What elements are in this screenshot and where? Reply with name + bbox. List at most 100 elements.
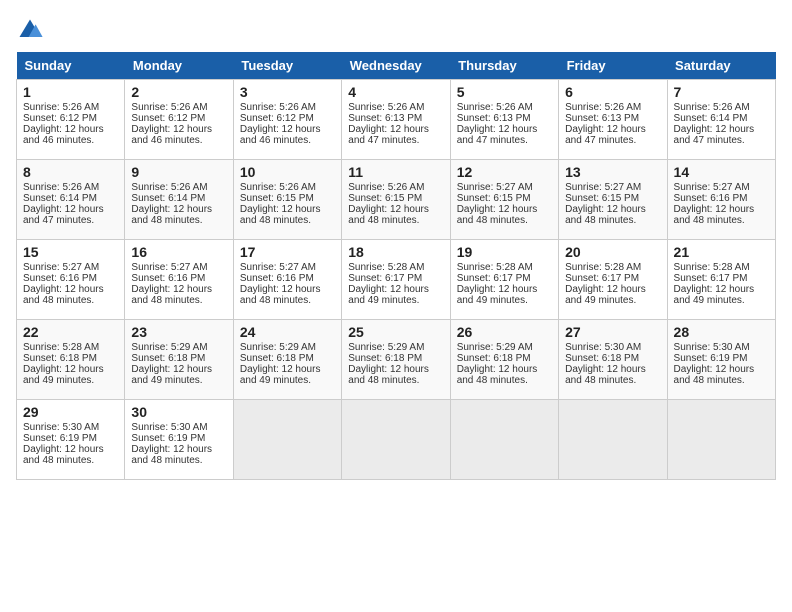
day-number: 18 (348, 244, 443, 260)
sunrise-line: Sunrise: 5:29 AM (348, 342, 424, 353)
day-number: 21 (674, 244, 769, 260)
daylight-line: Daylight: 12 hours and 47 minutes. (565, 124, 646, 146)
daylight-line: Daylight: 12 hours and 48 minutes. (240, 204, 321, 226)
sunset-line: Sunset: 6:19 PM (131, 433, 205, 444)
day-number: 20 (565, 244, 660, 260)
day-number: 8 (23, 164, 118, 180)
sunset-line: Sunset: 6:12 PM (23, 113, 97, 124)
sunrise-line: Sunrise: 5:29 AM (240, 342, 316, 353)
day-cell: 6 Sunrise: 5:26 AM Sunset: 6:13 PM Dayli… (559, 80, 667, 160)
sunrise-line: Sunrise: 5:28 AM (348, 262, 424, 273)
sunset-line: Sunset: 6:12 PM (240, 113, 314, 124)
header-cell-saturday: Saturday (667, 52, 775, 80)
sunset-line: Sunset: 6:14 PM (23, 193, 97, 204)
sunset-line: Sunset: 6:18 PM (348, 353, 422, 364)
sunset-line: Sunset: 6:18 PM (240, 353, 314, 364)
sunrise-line: Sunrise: 5:30 AM (674, 342, 750, 353)
daylight-line: Daylight: 12 hours and 48 minutes. (131, 444, 212, 466)
header-cell-wednesday: Wednesday (342, 52, 450, 80)
day-cell: 5 Sunrise: 5:26 AM Sunset: 6:13 PM Dayli… (450, 80, 558, 160)
sunrise-line: Sunrise: 5:28 AM (23, 342, 99, 353)
sunset-line: Sunset: 6:13 PM (565, 113, 639, 124)
day-cell: 12 Sunrise: 5:27 AM Sunset: 6:15 PM Dayl… (450, 160, 558, 240)
header-cell-friday: Friday (559, 52, 667, 80)
day-number: 16 (131, 244, 226, 260)
day-cell: 29 Sunrise: 5:30 AM Sunset: 6:19 PM Dayl… (17, 400, 125, 480)
day-number: 26 (457, 324, 552, 340)
sunset-line: Sunset: 6:13 PM (457, 113, 531, 124)
day-cell: 24 Sunrise: 5:29 AM Sunset: 6:18 PM Dayl… (233, 320, 341, 400)
calendar-table: SundayMondayTuesdayWednesdayThursdayFrid… (16, 52, 776, 480)
week-row-3: 15 Sunrise: 5:27 AM Sunset: 6:16 PM Dayl… (17, 240, 776, 320)
sunset-line: Sunset: 6:17 PM (565, 273, 639, 284)
day-number: 12 (457, 164, 552, 180)
sunrise-line: Sunrise: 5:27 AM (131, 262, 207, 273)
day-cell: 27 Sunrise: 5:30 AM Sunset: 6:18 PM Dayl… (559, 320, 667, 400)
sunrise-line: Sunrise: 5:28 AM (674, 262, 750, 273)
sunrise-line: Sunrise: 5:26 AM (23, 182, 99, 193)
daylight-line: Daylight: 12 hours and 49 minutes. (240, 364, 321, 386)
sunrise-line: Sunrise: 5:28 AM (457, 262, 533, 273)
day-cell: 8 Sunrise: 5:26 AM Sunset: 6:14 PM Dayli… (17, 160, 125, 240)
sunrise-line: Sunrise: 5:26 AM (240, 182, 316, 193)
day-cell: 21 Sunrise: 5:28 AM Sunset: 6:17 PM Dayl… (667, 240, 775, 320)
week-row-4: 22 Sunrise: 5:28 AM Sunset: 6:18 PM Dayl… (17, 320, 776, 400)
day-cell (233, 400, 341, 480)
day-cell (667, 400, 775, 480)
sunset-line: Sunset: 6:19 PM (23, 433, 97, 444)
day-cell: 14 Sunrise: 5:27 AM Sunset: 6:16 PM Dayl… (667, 160, 775, 240)
header-cell-thursday: Thursday (450, 52, 558, 80)
day-cell (342, 400, 450, 480)
header-row: SundayMondayTuesdayWednesdayThursdayFrid… (17, 52, 776, 80)
daylight-line: Daylight: 12 hours and 49 minutes. (674, 284, 755, 306)
day-number: 17 (240, 244, 335, 260)
day-number: 25 (348, 324, 443, 340)
sunset-line: Sunset: 6:16 PM (23, 273, 97, 284)
sunset-line: Sunset: 6:17 PM (457, 273, 531, 284)
daylight-line: Daylight: 12 hours and 48 minutes. (348, 364, 429, 386)
sunrise-line: Sunrise: 5:26 AM (23, 102, 99, 113)
daylight-line: Daylight: 12 hours and 48 minutes. (674, 204, 755, 226)
logo-icon (16, 16, 44, 44)
day-cell: 18 Sunrise: 5:28 AM Sunset: 6:17 PM Dayl… (342, 240, 450, 320)
sunset-line: Sunset: 6:16 PM (131, 273, 205, 284)
day-cell: 3 Sunrise: 5:26 AM Sunset: 6:12 PM Dayli… (233, 80, 341, 160)
daylight-line: Daylight: 12 hours and 48 minutes. (348, 204, 429, 226)
sunrise-line: Sunrise: 5:27 AM (565, 182, 641, 193)
week-row-1: 1 Sunrise: 5:26 AM Sunset: 6:12 PM Dayli… (17, 80, 776, 160)
daylight-line: Daylight: 12 hours and 48 minutes. (131, 204, 212, 226)
day-number: 13 (565, 164, 660, 180)
sunset-line: Sunset: 6:18 PM (565, 353, 639, 364)
daylight-line: Daylight: 12 hours and 48 minutes. (240, 284, 321, 306)
daylight-line: Daylight: 12 hours and 47 minutes. (674, 124, 755, 146)
sunrise-line: Sunrise: 5:26 AM (348, 182, 424, 193)
sunset-line: Sunset: 6:17 PM (348, 273, 422, 284)
sunrise-line: Sunrise: 5:27 AM (23, 262, 99, 273)
day-number: 4 (348, 84, 443, 100)
sunrise-line: Sunrise: 5:26 AM (131, 102, 207, 113)
day-cell: 13 Sunrise: 5:27 AM Sunset: 6:15 PM Dayl… (559, 160, 667, 240)
day-number: 10 (240, 164, 335, 180)
day-cell: 4 Sunrise: 5:26 AM Sunset: 6:13 PM Dayli… (342, 80, 450, 160)
sunrise-line: Sunrise: 5:26 AM (457, 102, 533, 113)
sunset-line: Sunset: 6:15 PM (240, 193, 314, 204)
day-number: 23 (131, 324, 226, 340)
sunset-line: Sunset: 6:15 PM (348, 193, 422, 204)
sunrise-line: Sunrise: 5:30 AM (131, 422, 207, 433)
day-number: 6 (565, 84, 660, 100)
daylight-line: Daylight: 12 hours and 49 minutes. (348, 284, 429, 306)
week-row-2: 8 Sunrise: 5:26 AM Sunset: 6:14 PM Dayli… (17, 160, 776, 240)
daylight-line: Daylight: 12 hours and 46 minutes. (131, 124, 212, 146)
sunrise-line: Sunrise: 5:29 AM (457, 342, 533, 353)
day-number: 29 (23, 404, 118, 420)
day-cell: 7 Sunrise: 5:26 AM Sunset: 6:14 PM Dayli… (667, 80, 775, 160)
day-number: 9 (131, 164, 226, 180)
day-cell: 17 Sunrise: 5:27 AM Sunset: 6:16 PM Dayl… (233, 240, 341, 320)
daylight-line: Daylight: 12 hours and 49 minutes. (23, 364, 104, 386)
day-number: 22 (23, 324, 118, 340)
day-cell: 1 Sunrise: 5:26 AM Sunset: 6:12 PM Dayli… (17, 80, 125, 160)
header-cell-sunday: Sunday (17, 52, 125, 80)
day-cell: 22 Sunrise: 5:28 AM Sunset: 6:18 PM Dayl… (17, 320, 125, 400)
sunset-line: Sunset: 6:19 PM (674, 353, 748, 364)
sunrise-line: Sunrise: 5:27 AM (240, 262, 316, 273)
